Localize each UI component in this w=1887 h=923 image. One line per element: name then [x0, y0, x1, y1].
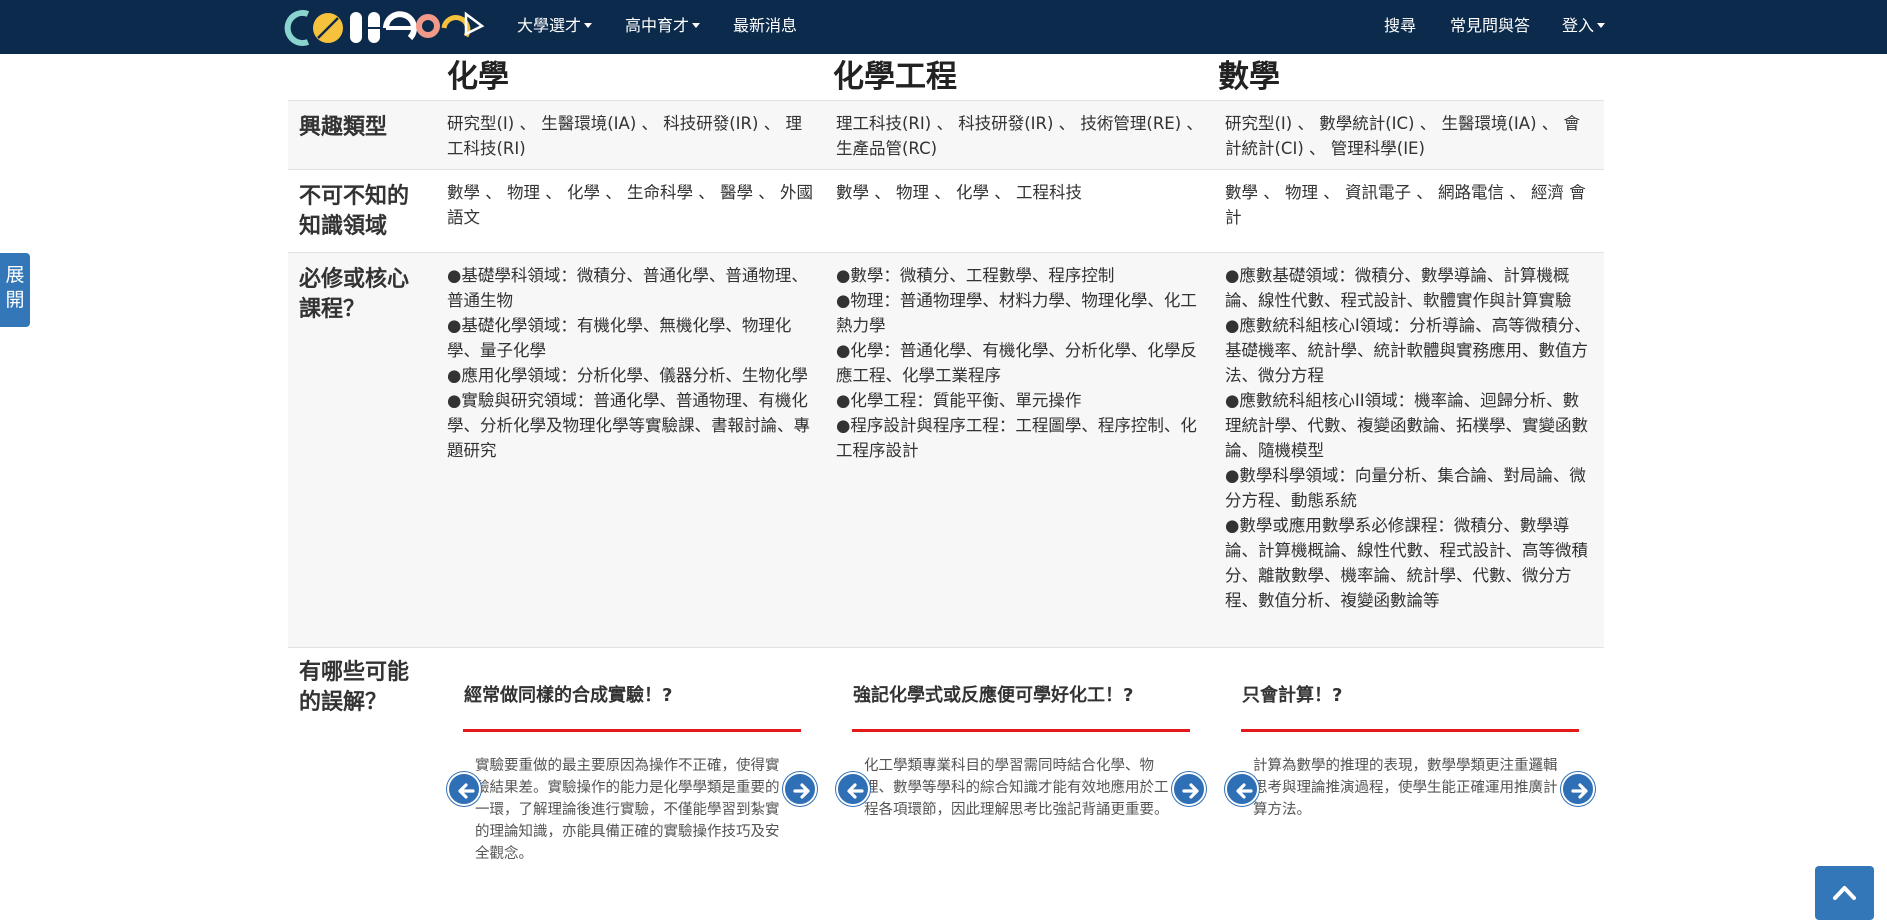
misconception-title-mathematics: 只會計算！? — [1242, 685, 1343, 706]
cell-courses-chemical-engineering: ●數學：微積分、工程數學、程序控制 ●物理：普通物理學、材料力學、物理化學、化工… — [836, 263, 1206, 463]
caret-down-icon — [1597, 23, 1606, 28]
course-item: ●化學：普通化學、有機化學、分析化學、化學反應工程、化學工業程序 — [836, 341, 1197, 385]
cell-interest-chemistry: 研究型(I) 、 生醫環境(IA) 、 科技研發(IR) 、 理工科技(RI) — [447, 114, 802, 158]
course-item: ●化學工程：質能平衡、單元操作 — [836, 391, 1082, 410]
arrow-left-icon — [847, 783, 864, 799]
carousel-prev-button[interactable] — [447, 772, 481, 806]
misconception-title-chemistry: 經常做同樣的合成實驗！? — [464, 685, 673, 706]
misconception-divider — [1241, 729, 1579, 732]
misconception-text-chemical-engineering: 化工學類專業科目的學習需同時結合化學、物理、數學等學科的綜合知識才能有效地應用於… — [864, 758, 1169, 818]
nav-login[interactable]: 登入 — [1562, 0, 1606, 54]
course-item: ●數學或應用數學系必修課程：微積分、數學導論、計算機概論、線性代數、程式設計、高… — [1225, 516, 1588, 610]
nav-search-label: 搜尋 — [1384, 16, 1417, 35]
nav-faq-label: 常見問與答 — [1450, 16, 1531, 35]
nav-login-label: 登入 — [1562, 16, 1595, 35]
nav-search[interactable]: 搜尋 — [1384, 0, 1416, 54]
course-item: ●數學科學領域：向量分析、集合論、對局論、微分方程、動態系統 — [1225, 466, 1586, 510]
carousel-next-button[interactable] — [1172, 772, 1206, 806]
cell-knowledge-chemistry: 數學 、 物理 、 化學 、 生命科學 、 醫學 、 外國語文 — [447, 183, 813, 227]
course-item: ●物理：普通物理學、材料力學、物理化學、化工熱力學 — [836, 291, 1197, 335]
expand-side-tab-char2: 開 — [5, 289, 25, 311]
logo-icon — [284, 10, 485, 46]
cell-courses-mathematics: ●應數基礎領域：微積分、數學導論、計算機概論、線性代數、程式設計、軟體實作與計算… — [1225, 263, 1595, 613]
row-label-interest: 興趣類型 — [299, 115, 388, 140]
misconception-divider — [463, 729, 801, 732]
brand-logo[interactable] — [280, 6, 488, 48]
course-item: ●數學：微積分、工程數學、程序控制 — [836, 266, 1115, 285]
course-item: ●實驗與研究領域：普通化學、普通物理、有機化學、分析化學及物理化學等實驗課、書報… — [447, 391, 810, 460]
carousel-next-button[interactable] — [783, 772, 817, 806]
course-item: ●基礎學科領域：微積分、普通化學、普通物理、普通生物 — [447, 266, 808, 310]
row-label-courses: 必修或核心課程？ — [299, 267, 410, 322]
expand-side-tab[interactable]: 展 開 — [0, 253, 30, 327]
column-header-mathematics: 數學 — [1218, 59, 1280, 95]
carousel-prev-button[interactable] — [1225, 772, 1259, 806]
misconception-title-chemical-engineering: 強記化學式或反應便可學好化工！? — [853, 685, 1134, 706]
top-navbar: 大學選才 高中育才 最新消息 搜尋 常見問與答 登入 — [0, 0, 1887, 54]
arrow-left-icon — [1236, 783, 1253, 799]
nav-news-label: 最新消息 — [733, 16, 798, 35]
nav-talent-selection-label: 大學選才 — [517, 16, 582, 35]
nav-talent-selection[interactable]: 大學選才 — [517, 0, 593, 54]
carousel-prev-button[interactable] — [836, 772, 870, 806]
caret-down-icon — [692, 23, 701, 28]
nav-faq[interactable]: 常見問與答 — [1450, 0, 1530, 54]
row-misconceptions: 有哪些可能的誤解？ 經常做同樣的合成實驗！? 實驗要重做的最主要原因為操作不正確… — [288, 647, 1604, 887]
course-item: ●應數統科組核心II領域：機率論、迴歸分析、數理統計學、代數、複變函數論、拓樸學… — [1225, 391, 1588, 460]
cell-courses-chemistry: ●基礎學科領域：微積分、普通化學、普通物理、普通生物 ●基礎化學領域：有機化學、… — [447, 263, 817, 463]
course-item: ●應用化學領域：分析化學、儀器分析、生物化學 — [447, 366, 808, 385]
chevron-up-icon — [1833, 886, 1856, 900]
row-core-courses: 必修或核心課程？ ●基礎學科領域：微積分、普通化學、普通物理、普通生物 ●基礎化… — [288, 252, 1604, 647]
column-header-chemical-engineering: 化學工程 — [833, 59, 957, 95]
arrow-right-icon — [1571, 783, 1588, 799]
expand-side-tab-char1: 展 — [5, 264, 25, 286]
arrow-right-icon — [1182, 783, 1199, 799]
nav-highschool[interactable]: 高中育才 — [625, 0, 701, 54]
row-label-misconceptions: 有哪些可能的誤解？ — [299, 660, 410, 715]
cell-interest-chemical-engineering: 理工科技(RI) 、 科技研發(IR) 、 技術管理(RE) 、 生產品管(RC… — [836, 114, 1203, 158]
arrow-left-icon — [458, 783, 475, 799]
cell-knowledge-mathematics: 數學 、 物理 、 資訊電子 、 網路電信 、 經濟 會計 — [1225, 183, 1586, 227]
course-item: ●應數基礎領域：微積分、數學導論、計算機概論、線性代數、程式設計、軟體實作與計算… — [1225, 266, 1572, 310]
row-interest-type: 興趣類型 研究型(I) 、 生醫環境(IA) 、 科技研發(IR) 、 理工科技… — [288, 100, 1604, 169]
row-knowledge-fields: 不可不知的知識領域 數學 、 物理 、 化學 、 生命科學 、 醫學 、 外國語… — [288, 169, 1604, 252]
misconception-divider — [852, 729, 1190, 732]
cell-knowledge-chemical-engineering: 數學 、 物理 、 化學 、 工程科技 — [836, 183, 1082, 202]
nav-news[interactable]: 最新消息 — [733, 0, 797, 54]
misconception-text-chemistry: 實驗要重做的最主要原因為操作不正確，使得實驗結果差。實驗操作的能力是化學學類是重… — [475, 758, 780, 862]
back-to-top-button[interactable] — [1815, 866, 1874, 920]
caret-down-icon — [584, 23, 593, 28]
arrow-right-icon — [793, 783, 810, 799]
carousel-next-button[interactable] — [1561, 772, 1595, 806]
row-label-knowledge: 不可不知的知識領域 — [299, 184, 410, 239]
course-item: ●程序設計與程序工程：工程圖學、程序控制、化工程序設計 — [836, 416, 1197, 460]
cell-interest-mathematics: 研究型(I) 、 數學統計(IC) 、 生醫環境(IA) 、 會計統計(CI) … — [1225, 114, 1580, 158]
nav-highschool-label: 高中育才 — [625, 16, 690, 35]
column-header-chemistry: 化學 — [447, 59, 509, 95]
misconception-text-mathematics: 計算為數學的推理的表現，數學學類更注重邏輯思考與理論推演過程，使學生能正確運用推… — [1253, 758, 1558, 818]
course-item: ●基礎化學領域：有機化學、無機化學、物理化學、量子化學 — [447, 316, 792, 360]
course-item: ●應數統科組核心I領域：分析導論、高等微積分、基礎機率、統計學、統計軟體與實務應… — [1225, 316, 1591, 385]
